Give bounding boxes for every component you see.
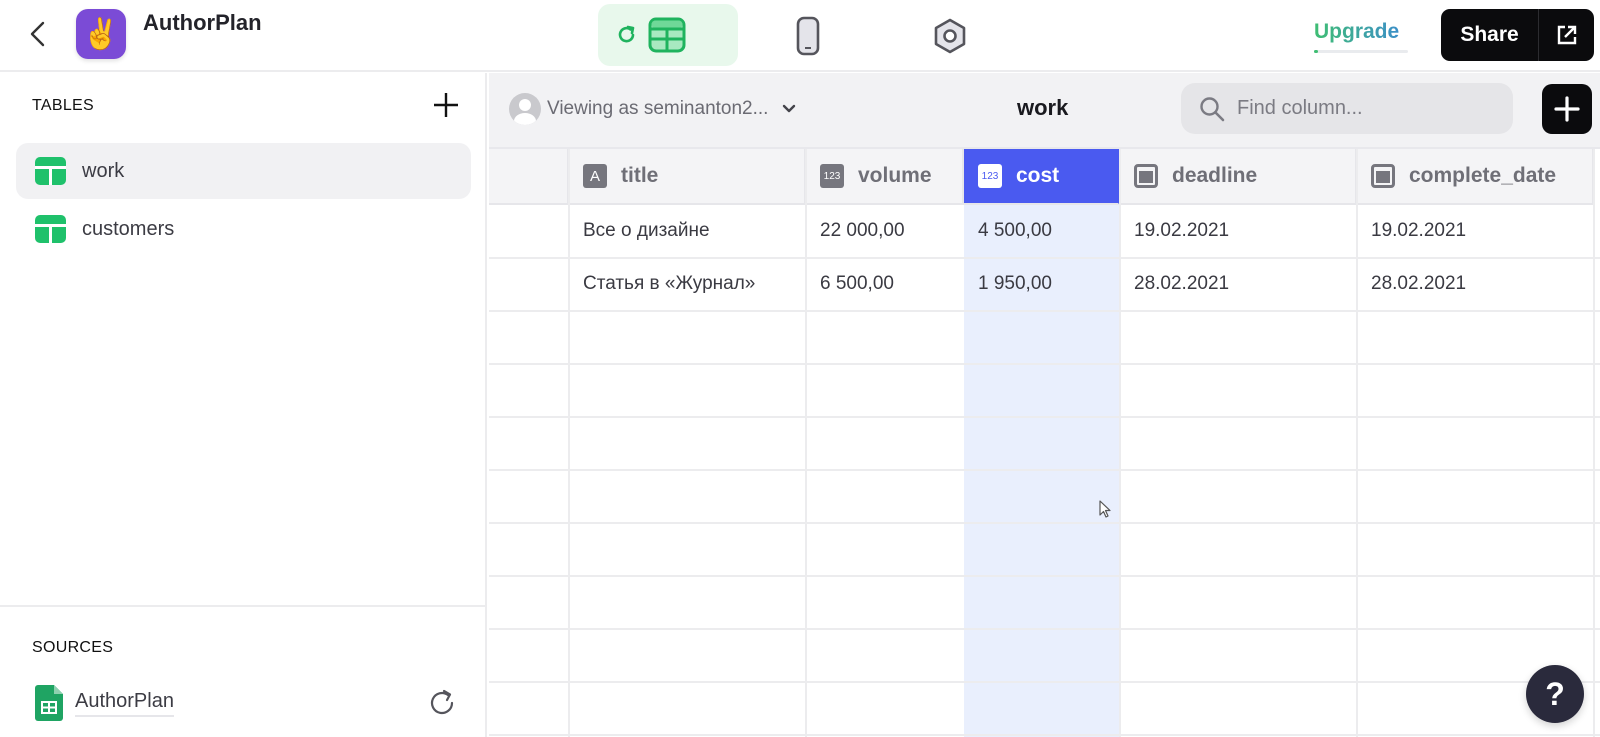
sidebar-table-customers[interactable]: customers	[16, 201, 471, 257]
column-name: cost	[1016, 164, 1060, 187]
usage-progress-bar	[1314, 50, 1408, 53]
grid-line	[489, 575, 1600, 577]
grid-line	[489, 310, 1600, 312]
grid-line	[489, 734, 1600, 736]
sidebar: TABLES work customers SOURCES AuthorPlan	[0, 73, 487, 737]
column-header-deadline[interactable]: deadline	[1120, 149, 1357, 205]
chevron-left-icon	[30, 21, 45, 47]
number-type-icon: 123	[820, 164, 844, 188]
grid-line	[1593, 149, 1595, 737]
column-header-cost[interactable]: 123 cost	[964, 149, 1120, 205]
help-button[interactable]: ?	[1526, 665, 1584, 723]
grid-line	[489, 522, 1600, 524]
find-column-input[interactable]	[1237, 97, 1497, 120]
grid-line	[489, 628, 1600, 630]
top-bar: ✌️ AuthorPlan Upgrade Share	[0, 0, 1600, 72]
calendar-icon	[1134, 164, 1158, 188]
grid-toolbar: Viewing as seminanton2... work	[489, 73, 1600, 149]
grid-line	[489, 469, 1600, 471]
mode-data-button[interactable]	[598, 4, 738, 66]
app-icon: ✌️	[76, 9, 126, 59]
table-icon	[35, 157, 66, 185]
sidebar-table-work[interactable]: work	[16, 143, 471, 199]
cell-title[interactable]: Статья в «Журнал»	[569, 258, 755, 310]
row-header-corner	[489, 149, 569, 205]
table-name: work	[82, 159, 125, 182]
refresh-icon	[430, 689, 454, 715]
settings-icon	[934, 18, 966, 54]
source-authorplan[interactable]: AuthorPlan	[35, 685, 174, 721]
add-column-button[interactable]	[1542, 84, 1592, 134]
plus-icon	[1554, 96, 1580, 122]
phone-icon	[796, 16, 820, 56]
cell-complete-date[interactable]: 19.02.2021	[1357, 205, 1466, 257]
column-name: title	[621, 164, 659, 187]
table-icon	[648, 17, 686, 53]
column-header-complete-date[interactable]: complete_date	[1357, 149, 1594, 205]
find-column-search	[1181, 83, 1513, 134]
share-button[interactable]: Share	[1441, 9, 1539, 61]
number-type-icon: 123	[978, 164, 1002, 188]
main-panel: Viewing as seminanton2... work A title 1…	[489, 73, 1600, 737]
app-title: AuthorPlan	[143, 10, 262, 35]
source-name: AuthorPlan	[75, 690, 174, 717]
sources-section-label: SOURCES	[32, 639, 114, 656]
divider	[0, 605, 487, 607]
back-button[interactable]	[26, 18, 50, 50]
text-type-icon: A	[583, 164, 607, 188]
column-header-volume[interactable]: 123 volume	[806, 149, 964, 205]
upgrade-link[interactable]: Upgrade	[1314, 20, 1399, 44]
share-button-group: Share	[1441, 9, 1594, 61]
column-name: deadline	[1172, 164, 1258, 187]
cell-deadline[interactable]: 19.02.2021	[1120, 205, 1229, 257]
table-icon	[35, 215, 66, 243]
viewing-as-dropdown[interactable]: Viewing as seminanton2...	[509, 93, 796, 125]
cell-volume[interactable]: 6 500,00	[806, 258, 894, 310]
refresh-icon	[618, 25, 635, 43]
external-link-icon	[1557, 25, 1576, 45]
calendar-icon	[1371, 164, 1395, 188]
grid-line	[489, 416, 1600, 418]
grid-line	[489, 363, 1600, 365]
add-table-button[interactable]	[432, 91, 460, 119]
mode-layout-button[interactable]	[790, 14, 826, 58]
tables-section-label: TABLES	[32, 97, 94, 114]
table-name: customers	[82, 217, 175, 240]
column-header-title[interactable]: A title	[569, 149, 806, 205]
cell-volume[interactable]: 22 000,00	[806, 205, 905, 257]
mouse-cursor-icon	[1099, 500, 1111, 518]
search-icon	[1200, 96, 1225, 121]
mode-settings-button[interactable]	[928, 14, 972, 58]
cell-cost[interactable]: 1 950,00	[964, 258, 1052, 310]
chevron-down-icon	[783, 104, 796, 113]
column-name: volume	[858, 164, 932, 187]
cell-complete-date[interactable]: 28.02.2021	[1357, 258, 1466, 310]
open-external-button[interactable]	[1539, 9, 1594, 61]
refresh-source-button[interactable]	[428, 688, 458, 718]
column-name: complete_date	[1409, 164, 1557, 187]
victory-hand-icon: ✌️	[82, 17, 120, 51]
cell-title[interactable]: Все о дизайне	[569, 205, 710, 257]
google-sheets-icon	[35, 685, 63, 721]
cell-cost[interactable]: 4 500,00	[964, 205, 1052, 257]
data-grid: A title 123 volume 123 cost deadline com…	[489, 149, 1600, 737]
viewing-as-label: Viewing as seminanton2...	[547, 98, 769, 119]
view-title: work	[1017, 95, 1069, 120]
grid-line	[489, 681, 1600, 683]
cell-deadline[interactable]: 28.02.2021	[1120, 258, 1229, 310]
plus-icon	[434, 93, 458, 117]
avatar	[509, 93, 541, 125]
